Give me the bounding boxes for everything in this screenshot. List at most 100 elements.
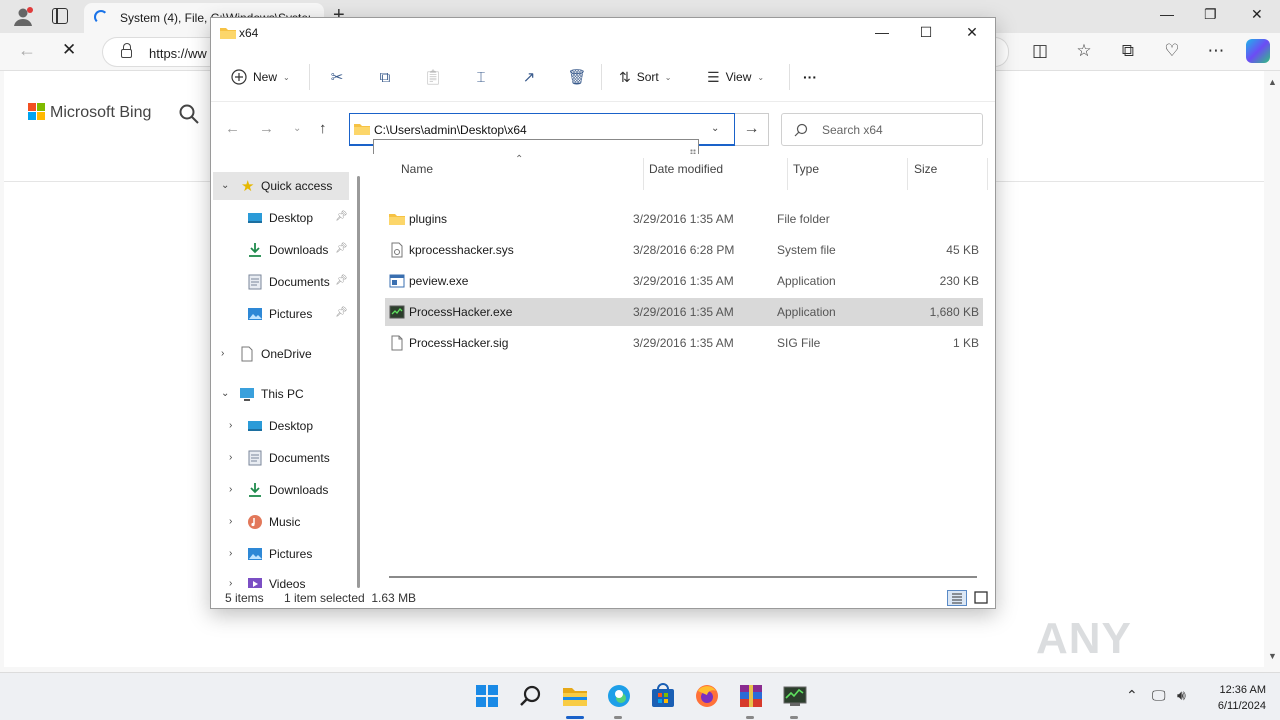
back-arrow-icon[interactable]: ← (225, 120, 240, 137)
sidebar-item-desktop[interactable]: Desktop 📌︎ (213, 204, 349, 232)
column-header-type[interactable]: Type (793, 162, 819, 190)
firefox-icon[interactable] (694, 683, 720, 709)
file-explorer-icon[interactable] (562, 683, 588, 709)
delete-icon[interactable]: 🗑︎ (567, 67, 587, 87)
column-header-size[interactable]: Size (914, 162, 937, 190)
table-row-selected[interactable]: ProcessHacker.exe 3/29/2016 1:35 AM Appl… (385, 298, 983, 326)
paste-icon[interactable]: 📋︎ (423, 67, 443, 87)
sort-button[interactable]: ⇅ Sort ⌄ (619, 66, 671, 88)
table-row[interactable]: ProcessHacker.sig 3/29/2016 1:35 AM SIG … (385, 329, 983, 357)
start-icon[interactable] (474, 683, 500, 709)
column-divider[interactable] (787, 158, 788, 190)
details-view-icon[interactable] (947, 590, 967, 606)
sidebar-label: Downloads (269, 243, 329, 257)
chevron-down-icon[interactable]: ⌄ (221, 388, 229, 399)
column-divider[interactable] (907, 158, 908, 190)
address-bar[interactable]: https://ww (102, 37, 220, 67)
chevron-right-icon[interactable]: › (229, 452, 232, 463)
file-icon (391, 335, 403, 351)
forward-arrow-icon[interactable]: → (259, 120, 274, 137)
sidebar-item-documents[interactable]: Documents 📌︎ (213, 268, 349, 296)
sidebar-item-onedrive[interactable]: › OneDrive (213, 340, 349, 368)
sidebar-item-pc-videos[interactable]: › Videos (213, 570, 349, 588)
lock-icon[interactable] (121, 43, 132, 58)
chevron-right-icon[interactable]: › (229, 516, 232, 527)
browser-essentials-icon[interactable]: ♡ (1161, 41, 1183, 61)
back-arrow-icon[interactable]: ← (18, 40, 36, 61)
new-button[interactable]: New ⌄ (231, 66, 290, 88)
large-icons-view-icon[interactable] (971, 590, 991, 606)
chevron-down-icon[interactable]: ⌄ (711, 123, 719, 134)
sidebar-item-pc-downloads[interactable]: › Downloads (213, 476, 349, 504)
column-divider[interactable] (643, 158, 644, 190)
explorer-title-bar[interactable]: x64 — ☐ ✕ (211, 18, 995, 50)
volume-icon[interactable]: 🔊︎ (1177, 687, 1186, 704)
search-box[interactable]: Search x64 (781, 113, 983, 146)
tab-actions-icon[interactable] (52, 8, 68, 24)
close-icon[interactable]: ✕ (1251, 6, 1263, 23)
running-app-indicator (614, 716, 622, 719)
stop-loading-icon[interactable]: ✕ (62, 40, 76, 60)
chevron-down-icon[interactable]: ⌄ (221, 180, 229, 191)
network-icon[interactable]: 🖵︎ (1152, 687, 1166, 704)
file-date: 3/28/2016 6:28 PM (633, 243, 735, 257)
cut-icon[interactable]: ✂ (327, 67, 347, 87)
sidebar-item-downloads[interactable]: Downloads 📌︎ (213, 236, 349, 264)
go-arrow-button[interactable]: → (735, 113, 769, 146)
sidebar-item-pictures[interactable]: Pictures 📌︎ (213, 300, 349, 328)
chevron-right-icon[interactable]: › (229, 548, 232, 559)
more-menu-icon[interactable]: ⋯ (1205, 41, 1227, 61)
sidebar-item-pc-music[interactable]: › Music (213, 508, 349, 536)
table-row[interactable]: kprocesshacker.sys 3/28/2016 6:28 PM Sys… (385, 236, 983, 264)
column-header-date-modified[interactable]: Date modified (649, 162, 723, 190)
search-icon[interactable] (518, 683, 544, 709)
rename-icon[interactable]: ⌶ (471, 67, 491, 87)
search-icon[interactable] (178, 103, 200, 125)
sidebar-item-pc-desktop[interactable]: › Desktop (213, 412, 349, 440)
split-screen-icon[interactable]: ◫ (1029, 41, 1051, 61)
copilot-icon[interactable] (1246, 39, 1270, 63)
close-icon[interactable]: ✕ (949, 24, 995, 46)
chevron-right-icon[interactable]: › (229, 484, 232, 495)
winrar-icon[interactable] (738, 683, 764, 709)
chevron-down-icon: ⌄ (283, 72, 290, 82)
restore-icon[interactable]: ❐ (1204, 6, 1217, 23)
page-scrollbar[interactable]: ▲ ▼ (1264, 71, 1280, 667)
share-icon[interactable]: ↗ (519, 67, 539, 87)
favorites-star-icon[interactable]: ☆ (1073, 41, 1095, 61)
sidebar-item-quick-access[interactable]: ⌄ ★ Quick access (213, 172, 349, 200)
chevron-right-icon[interactable]: › (229, 578, 232, 588)
process-hacker-taskbar-icon[interactable] (782, 683, 808, 709)
copy-icon[interactable]: ⧉ (375, 67, 395, 87)
chevron-right-icon[interactable]: › (221, 348, 224, 359)
sidebar-label: Quick access (261, 179, 333, 193)
address-bar-end[interactable] (995, 37, 1009, 67)
show-hidden-icons-icon[interactable]: ⌃ (1126, 687, 1138, 704)
minimize-icon[interactable]: — (859, 24, 905, 46)
table-row[interactable]: plugins 3/29/2016 1:35 AM File folder (385, 205, 983, 233)
horizontal-scrollbar[interactable] (389, 576, 977, 578)
sidebar-item-this-pc[interactable]: ⌄ This PC (213, 380, 349, 408)
sidebar-scrollbar[interactable] (357, 176, 360, 588)
collections-icon[interactable]: ⧉ (1117, 41, 1139, 61)
column-divider[interactable] (987, 158, 988, 190)
address-path[interactable]: C:\Users\admin\Desktop\x64 (374, 123, 527, 137)
scroll-up-icon[interactable]: ▲ (1268, 77, 1277, 87)
table-row[interactable]: peview.exe 3/29/2016 1:35 AM Application… (385, 267, 983, 295)
see-more-button[interactable]: ··· (803, 66, 817, 88)
clock[interactable]: 12:36 AM 6/11/2024 (1196, 682, 1266, 714)
scroll-down-icon[interactable]: ▼ (1268, 651, 1277, 661)
profile-icon[interactable] (12, 6, 34, 28)
recent-locations-icon[interactable]: ⌄ (293, 123, 301, 134)
minimize-icon[interactable]: — (1160, 6, 1174, 22)
chevron-right-icon[interactable]: › (229, 420, 232, 431)
store-icon[interactable] (650, 683, 676, 709)
maximize-icon[interactable]: ☐ (903, 24, 949, 46)
sidebar-item-pc-documents[interactable]: › Documents (213, 444, 349, 472)
sidebar-item-pc-pictures[interactable]: › Pictures (213, 540, 349, 568)
navigation-pane: ⌄ ★ Quick access Desktop 📌︎ Downloads 📌︎… (211, 154, 367, 588)
column-header-name[interactable]: Name (401, 162, 433, 190)
edge-icon[interactable] (606, 683, 632, 709)
up-arrow-icon[interactable]: ↑ (319, 120, 327, 137)
view-button[interactable]: ☰ View ⌄ (707, 66, 764, 88)
